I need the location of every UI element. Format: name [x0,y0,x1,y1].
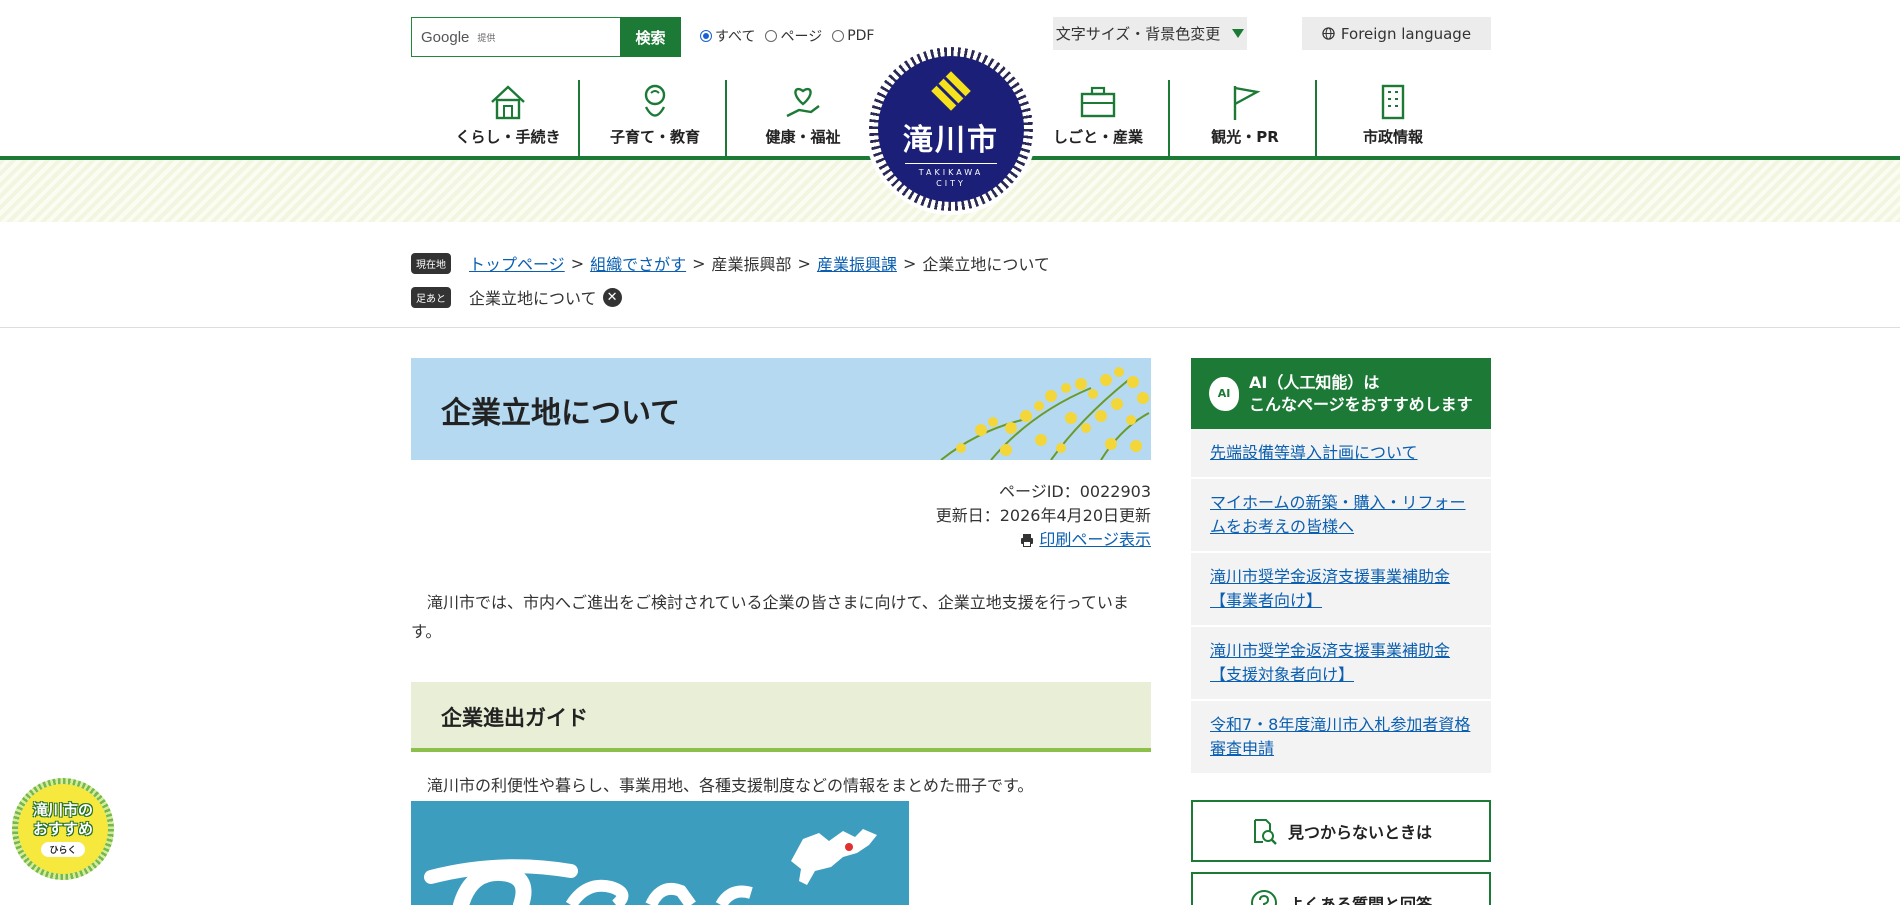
rapeseed-flowers-image [940,367,1150,460]
breadcrumb-link-organization[interactable]: 組織でさがす [590,251,686,275]
page-meta: ページID：0022903 更新日：2026年4月20日更新 印刷ページ表示 [936,480,1151,554]
intro-text: 滝川市では、市内へご進出をご検討されている企業の皆さまに向けて、企業立地支援を行… [411,593,1129,641]
list-item: マイホームの新築・購入・リフォームをお考えの皆様へ [1191,479,1491,553]
building-icon [1381,84,1405,120]
document-search-icon [1253,819,1277,845]
breadcrumb: 現在地 トップページ > 組織でさがす > 産業振興部 > 産業振興課 > 企業… [411,251,1050,275]
recommend-open-label: ひらく [41,842,85,857]
list-item: 先端設備等導入計画について [1191,429,1491,479]
nav-divider [1168,80,1170,156]
nav-item-city-info[interactable]: 市政情報 [1320,80,1466,158]
house-icon [491,85,525,120]
city-logo[interactable]: 滝川市 TAKIKAWA CITY [865,43,1037,215]
list-item: 滝川市奨学金返済支援事業補助金【事業者向け】 [1191,553,1491,627]
recommend-float-button[interactable]: 滝川市の おすすめ ひらく [12,778,114,880]
current-location-tag: 現在地 [411,252,451,274]
nav-item-living[interactable]: くらし・手続き [435,80,581,158]
footprint-row: 足あと 企業立地について ✕ [411,285,622,309]
page-title-banner: 企業立地について [411,358,1151,460]
recommend-badge: 滝川市の おすすめ ひらく [18,784,108,874]
breadcrumb-separator: > [902,253,917,273]
footprint-tag: 足あと [411,286,451,308]
logo-divider [905,163,997,164]
city-emblem-icon [931,71,971,111]
close-icon[interactable]: ✕ [602,287,622,307]
footprint-item: 企業立地について [469,289,597,308]
ai-recommend-list: 先端設備等導入計画について マイホームの新築・購入・リフォームをお考えの皆様へ … [1191,429,1491,775]
list-item: 令和7・8年度滝川市入札参加者資格審査申請 [1191,701,1491,775]
briefcase-icon [1080,86,1116,118]
breadcrumb-current: 企業立地について [922,255,1050,274]
recommend-line1: 滝川市の [32,801,93,819]
print-page-link[interactable]: 印刷ページ表示 [1039,528,1151,552]
list-item: 滝川市奨学金返済支援事業補助金【支援対象者向け】 [1191,627,1491,701]
faq-button[interactable]: よくある質問と回答 [1191,872,1491,905]
recommend-line2: おすすめ [32,820,93,838]
nav-item-tourism[interactable]: 観光・PR [1172,80,1318,158]
breadcrumb-link-top[interactable]: トップページ [469,251,565,275]
breadcrumb-link-section[interactable]: 産業振興課 [817,251,897,275]
nav-divider [578,80,580,156]
question-icon [1250,890,1277,905]
page-title: 企業立地について [441,396,681,431]
breadcrumb-separator: > [797,253,811,273]
heart-hand-icon [786,87,820,118]
nav-divider [725,80,727,156]
breadcrumb-separator: > [692,253,706,273]
print-link-row: 印刷ページ表示 [1020,528,1151,552]
flag-icon [1233,86,1261,120]
guide-cover-image[interactable] [411,801,909,905]
logo-english-1: TAKIKAWA [918,168,984,177]
baby-icon [644,84,666,117]
updated-date: 更新日：2026年4月20日更新 [935,506,1151,525]
printer-icon [1021,534,1034,547]
ai-link-advanced-equipment[interactable]: 先端設備等導入計画について [1210,443,1418,462]
nav-item-childcare[interactable]: 子育て・教育 [582,80,728,158]
breadcrumb-separator: > [570,253,585,273]
logo-emblem: 滝川市 TAKIKAWA CITY [878,56,1024,202]
not-found-button[interactable]: 見つからないときは [1191,800,1491,862]
nav-item-business[interactable]: しごと・産業 [1025,80,1171,158]
logo-english-2: CITY [936,179,966,188]
ai-link-scholarship-individual[interactable]: 滝川市奨学金返済支援事業補助金【支援対象者向け】 [1210,641,1450,684]
nav-divider [1315,80,1317,156]
section-text: 滝川市の利便性や暮らし、事業用地、各種支援制度などの情報をまとめた冊子です。 [427,776,1034,795]
logo-ring: 滝川市 TAKIKAWA CITY [869,47,1033,211]
breadcrumb-divider [0,327,1900,328]
page-id: ページID：0022903 [999,482,1151,501]
ai-head-icon: AI [1209,376,1239,411]
breadcrumb-text-department: 産業振興部 [711,255,792,274]
section-heading: 企業進出ガイド [441,706,588,730]
section-heading-band: 企業進出ガイド [411,682,1151,752]
logo-city-name: 滝川市 [903,123,999,158]
ai-recommend-heading: AI AI（人工知能）は こんなページをおすすめします [1191,358,1491,429]
ai-heading-text: AI（人工知能）は こんなページをおすすめします [1249,372,1473,414]
ai-link-my-home[interactable]: マイホームの新築・購入・リフォームをお考えの皆様へ [1210,493,1466,536]
ai-link-scholarship-business[interactable]: 滝川市奨学金返済支援事業補助金【事業者向け】 [1210,567,1450,610]
ai-link-bidding[interactable]: 令和7・8年度滝川市入札参加者資格審査申請 [1210,715,1470,758]
hokkaido-map-icon [424,829,877,905]
nav-item-health[interactable]: 健康・福祉 [730,80,876,158]
